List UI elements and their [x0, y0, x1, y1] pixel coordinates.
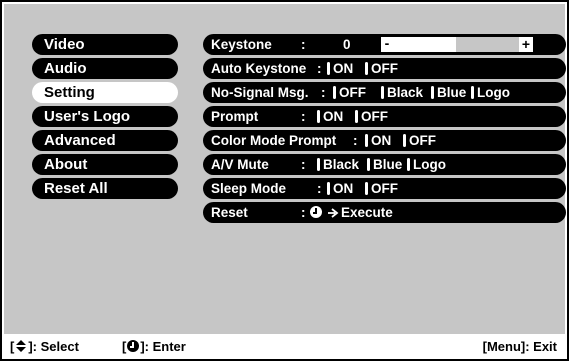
- av-mute-sep: :: [301, 157, 306, 172]
- auto-keystone-sep: :: [317, 61, 322, 76]
- auto-keystone-label: Auto Keystone: [211, 61, 307, 76]
- reset-execute[interactable]: Execute: [341, 202, 393, 223]
- help-bar: []: Select []: Enter [Menu]: Exit: [4, 334, 565, 359]
- row-prompt[interactable]: Prompt : ON OFF: [203, 106, 566, 127]
- prompt-opt-off[interactable]: OFF: [355, 106, 388, 127]
- enter-knob-icon: [309, 202, 323, 223]
- menu-panel: Video Audio Setting User's Logo Advanced…: [4, 4, 566, 334]
- keystone-minus[interactable]: -: [381, 36, 393, 52]
- av-mute-opt-blue[interactable]: Blue: [367, 154, 402, 175]
- av-mute-opt-black[interactable]: Black: [317, 154, 359, 175]
- row-keystone[interactable]: Keystone : 0 - +: [203, 34, 566, 55]
- menu-item-users-logo[interactable]: User's Logo: [32, 106, 178, 127]
- menu-item-setting[interactable]: Setting: [32, 82, 178, 103]
- av-mute-label: A/V Mute: [211, 157, 269, 172]
- up-down-arrows-icon: [16, 340, 27, 352]
- prompt-opt-on[interactable]: ON: [317, 106, 343, 127]
- sleep-mode-sep: :: [317, 181, 322, 196]
- auto-keystone-opt-off[interactable]: OFF: [365, 58, 398, 79]
- menu-item-about[interactable]: About: [32, 154, 178, 175]
- select-hint: []: Select: [10, 339, 79, 354]
- enter-hint: []: Enter: [122, 339, 186, 354]
- row-av-mute[interactable]: A/V Mute : Black Blue Logo: [203, 154, 566, 175]
- sleep-mode-opt-on[interactable]: ON: [327, 178, 353, 199]
- no-signal-opt-off[interactable]: OFF: [333, 82, 366, 103]
- exit-hint: [Menu]: Exit: [482, 339, 557, 354]
- enter-knob-icon-footer: [127, 340, 140, 352]
- sleep-mode-label: Sleep Mode: [211, 181, 287, 196]
- reset-sep: :: [301, 205, 306, 220]
- keystone-label: Keystone: [211, 37, 272, 52]
- prompt-sep: :: [301, 109, 306, 124]
- menu-item-video[interactable]: Video: [32, 34, 178, 55]
- no-signal-sep: :: [321, 85, 326, 100]
- keystone-plus[interactable]: +: [519, 37, 533, 52]
- no-signal-opt-logo[interactable]: Logo: [471, 82, 510, 103]
- color-mode-prompt-opt-on[interactable]: ON: [365, 130, 391, 151]
- auto-keystone-opt-on[interactable]: ON: [327, 58, 353, 79]
- row-color-mode-prompt[interactable]: Color Mode Prompt : ON OFF: [203, 130, 566, 151]
- menu-item-audio[interactable]: Audio: [32, 58, 178, 79]
- color-mode-prompt-sep: :: [353, 133, 358, 148]
- sleep-mode-opt-off[interactable]: OFF: [365, 178, 398, 199]
- prompt-label: Prompt: [211, 109, 259, 124]
- av-mute-opt-logo[interactable]: Logo: [407, 154, 446, 175]
- row-auto-keystone[interactable]: Auto Keystone : ON OFF: [203, 58, 566, 79]
- projector-osd: Video Audio Setting User's Logo Advanced…: [0, 0, 569, 361]
- color-mode-prompt-opt-off[interactable]: OFF: [403, 130, 436, 151]
- color-mode-prompt-label: Color Mode Prompt: [211, 133, 337, 148]
- keystone-slider[interactable]: - +: [381, 36, 533, 52]
- keystone-slider-fill: [393, 37, 456, 52]
- keystone-value: 0: [343, 37, 351, 52]
- arrow-right-icon: [327, 202, 339, 223]
- reset-label: Reset: [211, 205, 248, 220]
- keystone-sep: :: [301, 37, 306, 52]
- no-signal-opt-black[interactable]: Black: [381, 82, 423, 103]
- row-reset[interactable]: Reset : Execute: [203, 202, 566, 223]
- no-signal-opt-blue[interactable]: Blue: [431, 82, 466, 103]
- menu-item-advanced[interactable]: Advanced: [32, 130, 178, 151]
- row-sleep-mode[interactable]: Sleep Mode : ON OFF: [203, 178, 566, 199]
- no-signal-label: No-Signal Msg.: [211, 85, 309, 100]
- row-no-signal-msg[interactable]: No-Signal Msg. : OFF Black Blue Logo: [203, 82, 566, 103]
- menu-item-reset-all[interactable]: Reset All: [32, 178, 178, 199]
